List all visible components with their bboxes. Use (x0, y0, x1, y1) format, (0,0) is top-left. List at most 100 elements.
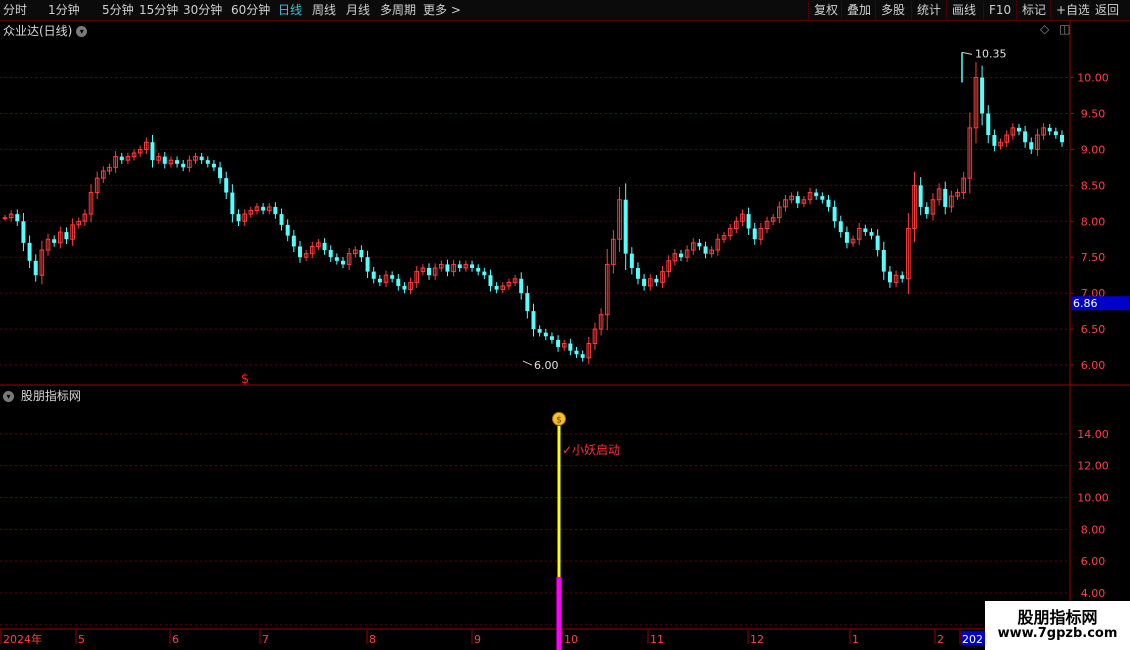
tab-weekly[interactable]: 周线 (312, 1, 336, 19)
candle-body (205, 160, 210, 164)
mark-button[interactable]: 标记 (1016, 1, 1046, 19)
candle-body (1053, 131, 1058, 136)
price-tick-label: 6.50 (1081, 323, 1106, 336)
candlestick-series: 10.35 6.00 $ (2, 47, 1064, 387)
time-label: 7 (262, 633, 269, 646)
tab-monthly[interactable]: 月线 (346, 1, 370, 19)
candle-body (377, 278, 382, 283)
candle-body (1029, 142, 1034, 150)
time-label: 5 (78, 633, 85, 646)
candle-body (2, 217, 8, 220)
restore-rights-button[interactable]: 复权 (808, 1, 838, 19)
candle-body (64, 232, 69, 240)
candle-body (642, 278, 647, 286)
tab-multi-period[interactable]: 多周期 (380, 1, 416, 19)
signal-marker: $ (241, 372, 249, 387)
tab-daily[interactable]: 日线 (278, 1, 302, 19)
watermark: 股朋指标网 www.7gpzb.com (985, 601, 1130, 650)
candle-body (992, 135, 997, 146)
candle-body (33, 260, 38, 276)
candle-body (537, 329, 542, 333)
candle-body (697, 242, 702, 247)
candle-body (297, 246, 302, 258)
candle-body (678, 253, 683, 258)
candle-body (1060, 135, 1064, 143)
price-tick-label: 10.00 (1077, 72, 1109, 85)
candle-body (390, 275, 395, 279)
candle-body (795, 196, 800, 204)
indicator-tick-label: 10.00 (1077, 491, 1109, 504)
tab-minute-timeshare[interactable]: 分时 (3, 1, 27, 19)
candle-body (340, 260, 345, 265)
price-tick-label: 6.00 (1081, 359, 1106, 372)
time-axis: 2024年 5 6 7 8 9 10 11 12 1 2 202 (0, 630, 985, 646)
money-bag-glyph: $ (556, 415, 562, 425)
candle-body (703, 246, 708, 254)
candle-body (580, 354, 585, 358)
indicator-tick-label: 14.00 (1077, 428, 1109, 441)
candle-body (52, 239, 57, 243)
statistics-button[interactable]: 统计 (911, 1, 941, 19)
signal-label: ✓小妖启动 (562, 443, 620, 457)
candle-body (1047, 127, 1052, 132)
back-button[interactable]: 返回 (1089, 1, 1119, 19)
tab-60min[interactable]: 60分钟 (231, 1, 270, 19)
indicator-tick-label: 6.00 (1081, 555, 1106, 568)
candle-body (236, 214, 241, 222)
candle-body (875, 235, 880, 251)
candle-body (574, 350, 579, 355)
candle-body (119, 156, 124, 161)
candle-body (334, 257, 339, 261)
time-label: 9 (474, 633, 481, 646)
f10-button[interactable]: F10 (983, 1, 1011, 19)
candle-body (445, 264, 450, 272)
candle-body (623, 199, 628, 254)
current-price-label: 6.86 (1073, 297, 1098, 310)
watermark-title: 股朋指标网 (1017, 608, 1098, 627)
draw-line-button[interactable]: 画线 (946, 1, 976, 19)
stock-chart[interactable]: 10.356.00$ 6.006.507.007.508.008.509.009… (0, 20, 1130, 650)
time-label: 2 (937, 633, 944, 646)
candle-body (457, 264, 462, 268)
indicator-tick-label: 4.00 (1081, 587, 1106, 600)
candle-body (279, 214, 284, 225)
add-watchlist-button[interactable]: +自选 (1050, 1, 1090, 19)
tab-30min[interactable]: 30分钟 (183, 1, 222, 19)
candle-body (494, 285, 499, 290)
candle-body (924, 206, 929, 215)
candle-body (470, 264, 475, 268)
candle-body (230, 192, 235, 215)
candle-body (1016, 127, 1021, 132)
tab-5min[interactable]: 5分钟 (102, 1, 134, 19)
multi-stock-button[interactable]: 多股 (875, 1, 905, 19)
candle-body (900, 275, 905, 279)
candle-body (746, 214, 751, 229)
candle-body (328, 250, 333, 258)
candle-body (814, 192, 819, 197)
time-label: 2024年 (3, 632, 42, 646)
candle-body (863, 228, 868, 233)
time-label: 11 (650, 633, 664, 646)
candle-body (402, 285, 407, 290)
candle-body (199, 156, 204, 161)
candle-body (285, 224, 290, 236)
price-axis: 6.006.507.007.508.008.509.009.5010.002.0… (1070, 72, 1129, 632)
candle-body (21, 221, 26, 243)
candle-body (826, 199, 831, 207)
overlay-button[interactable]: 叠加 (841, 1, 871, 19)
price-tick-label: 9.00 (1081, 143, 1106, 156)
high-label: 10.35 (975, 47, 1007, 60)
indicator-series: $ ✓小妖启动 (552, 411, 620, 650)
candle-body (525, 293, 530, 312)
candle-body (15, 214, 20, 222)
tab-15min[interactable]: 15分钟 (139, 1, 178, 19)
candle-body (175, 160, 180, 164)
candle-body (832, 206, 837, 222)
candle-body (427, 268, 432, 276)
candle-body (322, 242, 327, 251)
tab-1min[interactable]: 1分钟 (48, 1, 80, 19)
candle-body (181, 163, 186, 168)
candle-body (273, 206, 278, 215)
candle-body (820, 196, 825, 200)
tab-more[interactable]: 更多 > (423, 1, 461, 19)
